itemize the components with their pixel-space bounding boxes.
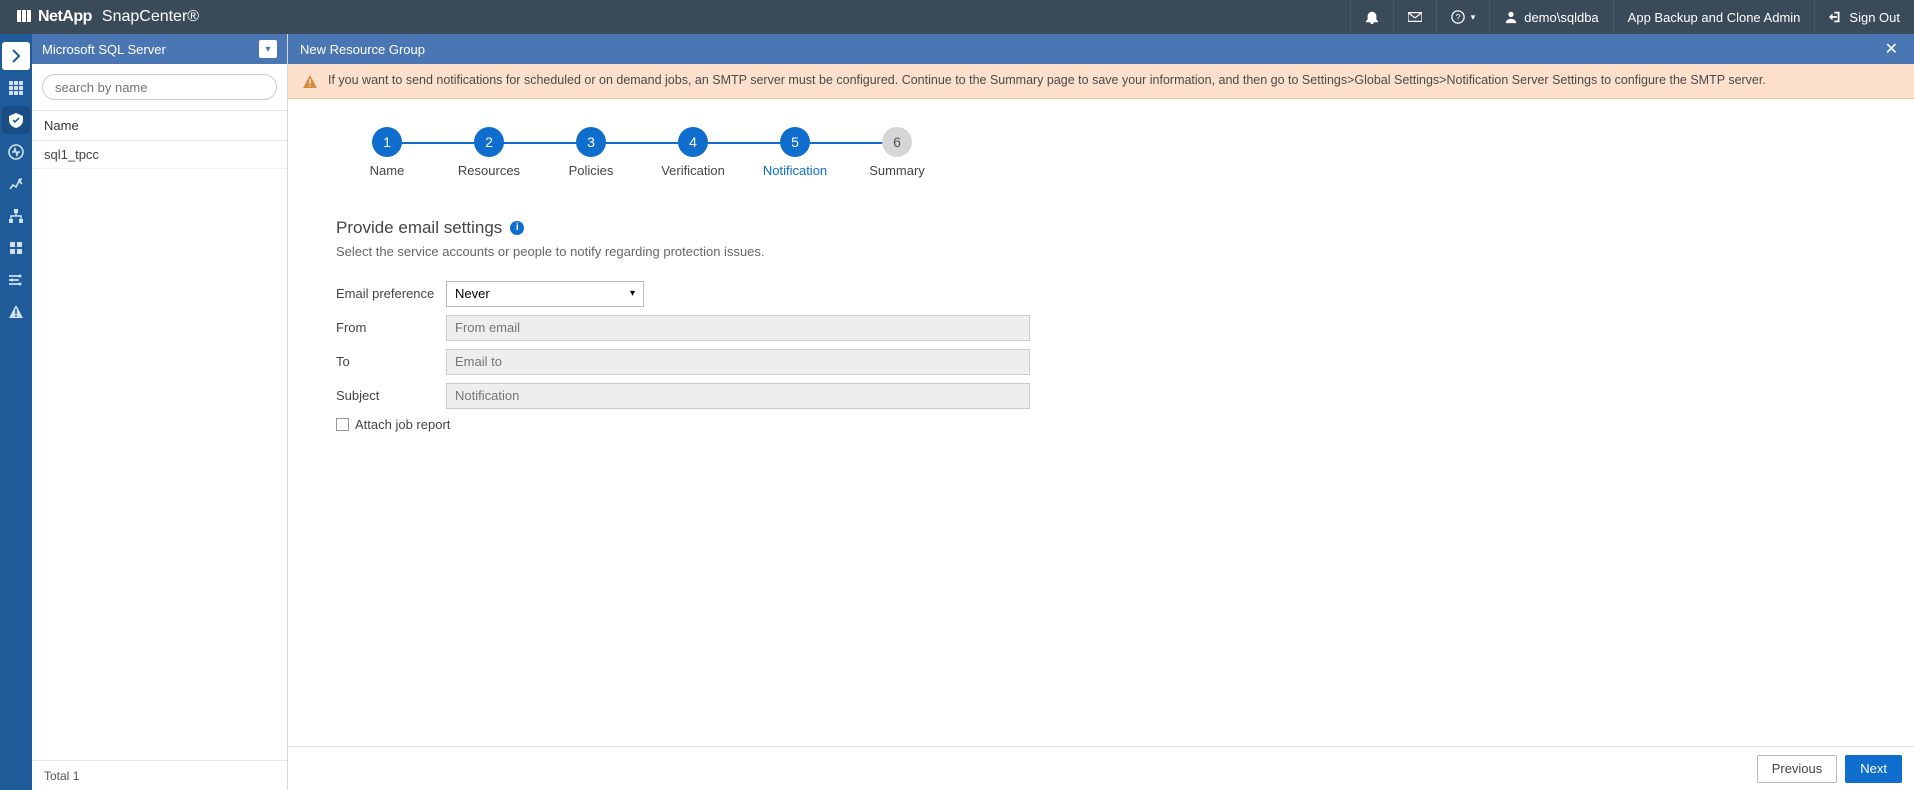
column-header-name[interactable]: Name: [32, 111, 287, 141]
smtp-notice: If you want to send notifications for sc…: [288, 64, 1914, 99]
step-verification[interactable]: 4 Verification: [642, 127, 744, 178]
close-icon: ✕: [1885, 41, 1898, 58]
messages-button[interactable]: [1393, 0, 1436, 34]
step-number: 1: [372, 127, 402, 157]
nav-collapse-button[interactable]: [2, 42, 30, 70]
wizard-steps: 1 Name 2 Resources 3 Policies 4: [288, 99, 1914, 178]
step-resources[interactable]: 2 Resources: [438, 127, 540, 178]
step-summary[interactable]: 6 Summary: [846, 127, 948, 178]
step-name[interactable]: 1 Name: [336, 127, 438, 178]
input-to[interactable]: [446, 349, 1030, 375]
help-icon: ?: [1451, 10, 1465, 24]
step-number: 3: [576, 127, 606, 157]
help-button[interactable]: ? ▾: [1436, 0, 1490, 34]
label-attach: Attach job report: [355, 417, 450, 432]
email-settings-form: Provide email settings i Select the serv…: [288, 178, 1914, 432]
label-email-pref: Email preference: [336, 286, 446, 301]
step-label: Notification: [763, 163, 827, 178]
user-icon: [1504, 10, 1518, 24]
nav-dashboard[interactable]: [2, 74, 30, 102]
close-button[interactable]: ✕: [1881, 39, 1902, 59]
label-subject: Subject: [336, 388, 446, 403]
title-bar: New Resource Group ✕: [288, 34, 1914, 64]
wizard-footer: Previous Next: [288, 746, 1914, 790]
user-button[interactable]: demo\sqldba: [1489, 0, 1612, 34]
step-label: Resources: [458, 163, 520, 178]
step-number: 4: [678, 127, 708, 157]
nav-reports[interactable]: [2, 170, 30, 198]
top-bar: NetApp SnapCenter® ? ▾ demo\sqldba A: [0, 0, 1914, 34]
nav-settings[interactable]: [2, 266, 30, 294]
next-button[interactable]: Next: [1845, 755, 1902, 783]
select-value: Never: [455, 286, 490, 301]
search-input[interactable]: [42, 74, 277, 100]
bell-icon: [1365, 10, 1379, 24]
chevron-down-icon: ▾: [265, 44, 270, 55]
nav-alerts[interactable]: [2, 298, 30, 326]
info-icon[interactable]: i: [510, 221, 524, 235]
row-attach: Attach job report: [336, 417, 1866, 432]
form-heading: Provide email settings: [336, 218, 502, 238]
sidebar-dropdown-button[interactable]: ▾: [259, 40, 277, 58]
svg-text:?: ?: [1455, 13, 1460, 23]
input-from[interactable]: [446, 315, 1030, 341]
topbar-right: ? ▾ demo\sqldba App Backup and Clone Adm…: [1350, 0, 1914, 34]
step-number: 2: [474, 127, 504, 157]
label-from: From: [336, 320, 446, 335]
nav-resources[interactable]: [2, 106, 30, 134]
chevron-down-icon: ▾: [630, 288, 635, 299]
total-label: Total: [44, 769, 69, 783]
sidebar-header: Microsoft SQL Server ▾: [32, 34, 287, 64]
signout-icon: [1829, 10, 1843, 24]
resource-sidebar: Microsoft SQL Server ▾ Name sql1_tpcc To…: [32, 34, 288, 790]
signout-label: Sign Out: [1849, 10, 1900, 25]
left-nav: [0, 34, 32, 790]
brand: NetApp SnapCenter®: [0, 8, 199, 27]
brand-logo-icon: [16, 8, 32, 27]
list-item[interactable]: sql1_tpcc: [32, 141, 287, 169]
row-to: To: [336, 349, 1866, 375]
page-title: New Resource Group: [300, 42, 425, 57]
form-heading-row: Provide email settings i: [336, 218, 1866, 238]
chevron-down-icon: ▾: [1471, 12, 1476, 23]
search-wrap: [32, 64, 287, 111]
input-subject[interactable]: [446, 383, 1030, 409]
user-label: demo\sqldba: [1524, 10, 1598, 25]
nav-hosts[interactable]: [2, 202, 30, 230]
select-email-pref[interactable]: Never ▾: [446, 281, 644, 307]
notice-text: If you want to send notifications for sc…: [328, 73, 1766, 87]
brand-company: NetApp: [38, 8, 92, 26]
role-button[interactable]: App Backup and Clone Admin: [1613, 0, 1815, 34]
checkbox-attach[interactable]: [336, 418, 349, 431]
signout-button[interactable]: Sign Out: [1814, 0, 1914, 34]
step-notification[interactable]: 5 Notification: [744, 127, 846, 178]
step-label: Verification: [661, 163, 725, 178]
nav-monitor[interactable]: [2, 138, 30, 166]
step-label: Policies: [569, 163, 614, 178]
step-number: 5: [780, 127, 810, 157]
row-from: From: [336, 315, 1866, 341]
notifications-button[interactable]: [1350, 0, 1393, 34]
step-label: Summary: [869, 163, 925, 178]
total-value: 1: [73, 769, 80, 783]
previous-button[interactable]: Previous: [1757, 755, 1838, 783]
resource-rows: sql1_tpcc: [32, 141, 287, 760]
label-to: To: [336, 354, 446, 369]
nav-storage[interactable]: [2, 234, 30, 262]
row-subject: Subject: [336, 383, 1866, 409]
warning-icon: [302, 74, 318, 96]
row-email-pref: Email preference Never ▾: [336, 281, 1866, 307]
brand-product: SnapCenter®: [102, 8, 199, 26]
main-panel: New Resource Group ✕ If you want to send…: [288, 34, 1914, 790]
step-number: 6: [882, 127, 912, 157]
mail-icon: [1408, 10, 1422, 24]
step-label: Name: [370, 163, 405, 178]
sidebar-footer: Total 1: [32, 760, 287, 790]
sidebar-title: Microsoft SQL Server: [42, 42, 166, 57]
role-label: App Backup and Clone Admin: [1628, 10, 1801, 25]
form-subheading: Select the service accounts or people to…: [336, 244, 1866, 259]
step-policies[interactable]: 3 Policies: [540, 127, 642, 178]
